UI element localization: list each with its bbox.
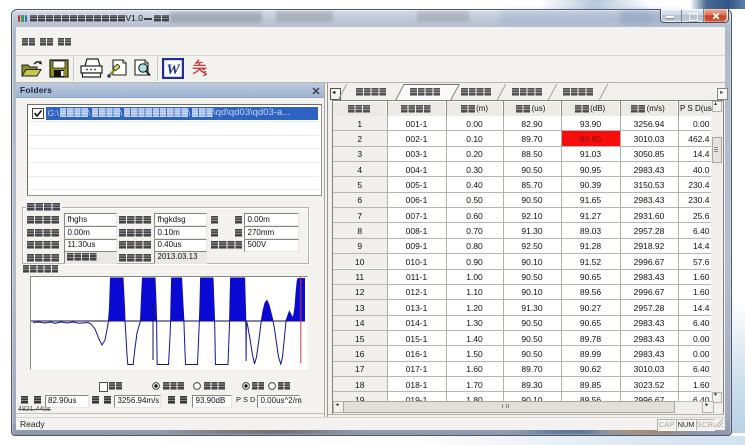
svg-text:W: W xyxy=(166,62,181,78)
